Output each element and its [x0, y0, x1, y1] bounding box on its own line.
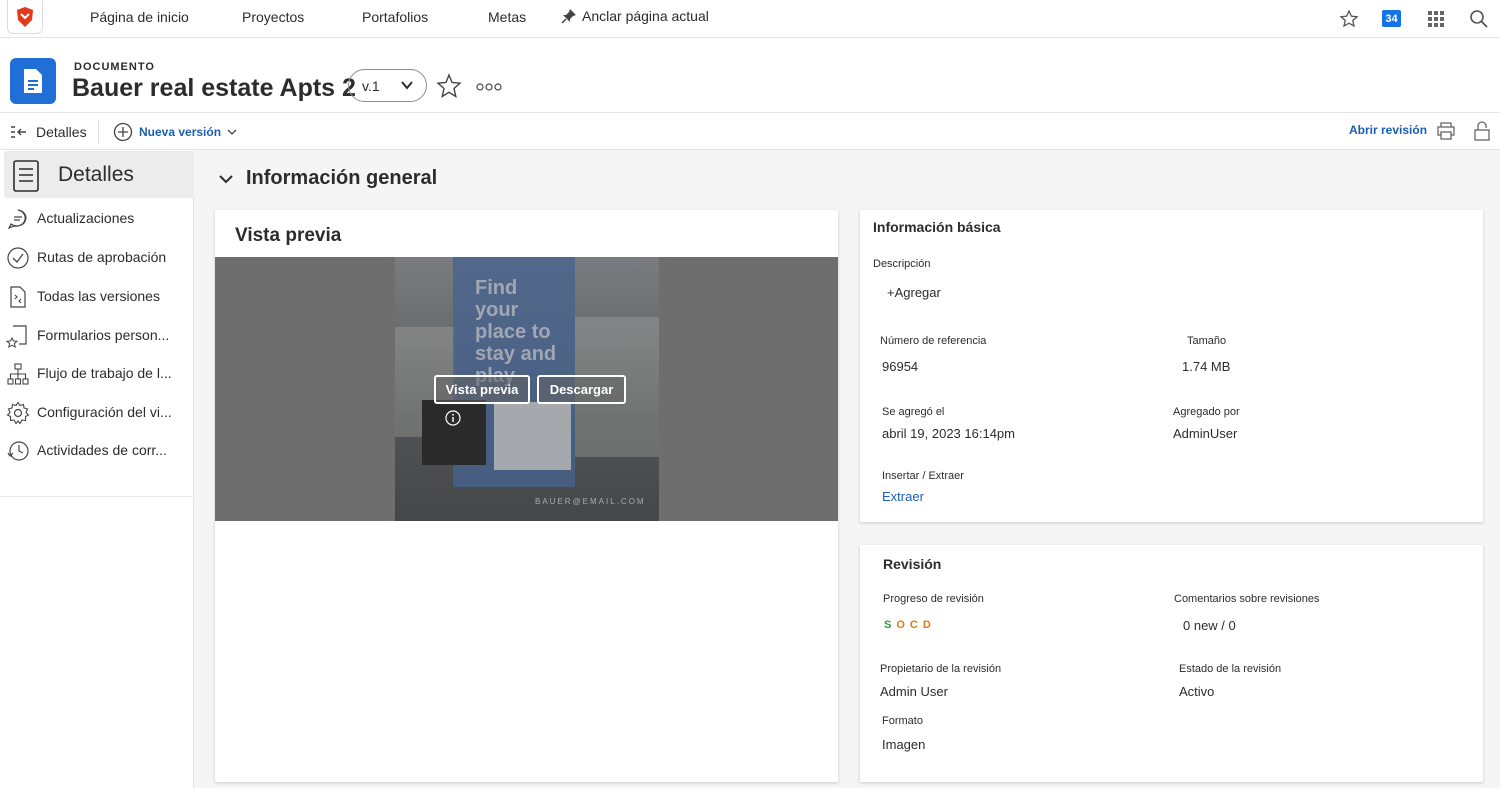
checkout-link[interactable]: Extraer — [882, 489, 924, 504]
review-owner-value: Admin User — [880, 684, 948, 699]
sidebar-item-label: Formularios person... — [37, 327, 170, 343]
preview-card-title: Vista previa — [235, 225, 342, 246]
more-options-icon[interactable] — [476, 82, 502, 92]
progress-letter-o: O — [896, 619, 910, 631]
pin-icon — [561, 9, 576, 24]
favorites-icon[interactable] — [1338, 8, 1360, 30]
preview-card: Vista previa Find your place to stay and… — [215, 210, 838, 782]
lock-icon[interactable] — [1471, 120, 1493, 142]
document-icon — [10, 58, 56, 104]
notifications-badge[interactable]: 34 — [1382, 10, 1401, 27]
sidebar-item-settings[interactable]: Configuración del vi... — [0, 397, 194, 427]
sidebar-item-workflow[interactable]: Flujo de trabajo de l... — [0, 358, 194, 388]
review-owner-label: Propietario de la revisión — [880, 663, 1002, 675]
info-icon — [445, 410, 461, 426]
reference-number-value: 96954 — [882, 359, 919, 374]
preview-area[interactable]: Find your place to stay and play BAUER@E… — [215, 257, 838, 521]
sidebar-item-versions[interactable]: Todas las versiones — [0, 281, 194, 311]
sidebar-item-label: Actividades de corr... — [37, 442, 167, 458]
sidebar-item-updates[interactable]: Actualizaciones — [0, 203, 194, 233]
added-on-label: Se agregó el — [882, 406, 945, 418]
workflow-icon — [7, 363, 29, 385]
progress-letter-s: S — [884, 619, 897, 631]
chevron-down-icon — [401, 81, 413, 90]
progress-letter-c: C — [909, 619, 923, 631]
search-icon[interactable] — [1468, 8, 1490, 30]
sidebar-item-details[interactable]: Detalles — [4, 151, 194, 198]
nav-projects[interactable]: Proyectos — [242, 9, 304, 25]
sidebar-item-activity[interactable]: Actividades de corr... — [0, 435, 194, 465]
sidebar-item-label: Flujo de trabajo de l... — [37, 365, 172, 381]
pin-page-button[interactable]: Anclar página actual — [560, 7, 709, 25]
sidebar-item-custom-forms[interactable]: Formularios person... — [0, 320, 194, 350]
details-label: Detalles — [36, 124, 87, 140]
sidebar-item-approvals[interactable]: Rutas de aprobación — [0, 242, 194, 272]
chevron-down-icon — [227, 129, 237, 135]
added-by-label: Agregado por — [1173, 406, 1240, 418]
sidebar-item-label: Rutas de aprobación — [37, 249, 167, 265]
add-description-link[interactable]: +Agregar — [887, 285, 941, 300]
left-sidebar: Detalles Actualizaciones Rutas de aproba… — [0, 150, 194, 788]
review-status-label: Estado de la revisión — [1179, 663, 1282, 675]
preview-button[interactable]: Vista previa — [434, 375, 530, 404]
sidebar-item-label: Actualizaciones — [37, 210, 135, 226]
format-label: Formato — [882, 715, 923, 727]
nav-home[interactable]: Página de inicio — [90, 9, 189, 25]
size-value: 1.74 MB — [1182, 359, 1231, 374]
nav-portfolios[interactable]: Portafolios — [362, 9, 428, 25]
object-type-label: DOCUMENTO — [74, 61, 155, 73]
top-navigation: Página de inicio Proyectos Portafolios M… — [0, 0, 1500, 38]
review-card: Revisión Progreso de revisión SOCD Comen… — [860, 545, 1483, 782]
toolbar: Detalles Nueva versión Abrir revisión — [0, 113, 1500, 150]
basic-info-card: Información básica Descripción +Agregar … — [860, 210, 1483, 522]
nav-goals[interactable]: Metas — [488, 9, 526, 25]
collapse-panel-icon — [11, 126, 26, 138]
added-on-value: abril 19, 2023 16:14pm — [882, 426, 1015, 441]
review-comments-value[interactable]: 0 new / 0 — [1183, 618, 1236, 633]
gear-icon — [6, 401, 30, 425]
review-comments-label: Comentarios sobre revisiones — [1174, 593, 1320, 605]
check-circle-icon — [7, 247, 29, 269]
section-title: Información general — [246, 167, 438, 189]
comment-icon — [7, 209, 27, 230]
review-status-value: Activo — [1179, 684, 1215, 699]
new-version-label: Nueva versión — [139, 125, 222, 139]
toolbar-divider — [98, 121, 99, 143]
print-icon[interactable] — [1435, 120, 1457, 142]
chevron-down-icon — [219, 174, 233, 183]
open-review-link[interactable]: Abrir revisión — [1349, 123, 1427, 137]
review-progress-indicator[interactable]: SOCD — [884, 619, 936, 631]
section-toggle-general-info[interactable]: Información general — [218, 167, 437, 190]
new-version-button[interactable]: Nueva versión — [113, 122, 237, 142]
add-circle-icon — [113, 122, 133, 142]
history-icon — [7, 441, 29, 461]
progress-letter-d: D — [922, 619, 936, 631]
favorite-star-icon[interactable] — [436, 73, 462, 99]
file-versions-icon — [10, 286, 26, 308]
sidebar-item-label: Configuración del vi... — [37, 404, 172, 420]
object-header: DOCUMENTO Bauer real estate Apts 2 v.1 — [0, 38, 1500, 113]
added-by-value: AdminUser — [1173, 426, 1238, 441]
details-list-icon — [13, 160, 39, 192]
document-title: Bauer real estate Apts 2 — [72, 74, 356, 102]
collapse-details-button[interactable]: Detalles — [10, 124, 87, 140]
brand-logo[interactable] — [7, 0, 43, 34]
pin-page-label: Anclar página actual — [582, 8, 709, 24]
basic-info-title: Información básica — [873, 219, 1001, 235]
format-value: Imagen — [882, 737, 926, 752]
review-title: Revisión — [883, 556, 942, 572]
custom-form-icon — [6, 325, 27, 348]
app-grid-icon[interactable] — [1425, 8, 1447, 30]
sidebar-item-label: Todas las versiones — [37, 288, 160, 304]
sidebar-item-label: Detalles — [58, 163, 134, 186]
description-label: Descripción — [873, 258, 931, 270]
reference-number-label: Número de referencia — [880, 335, 987, 347]
sidebar-divider — [0, 496, 194, 497]
version-select[interactable]: v.1 — [348, 69, 427, 102]
checkin-checkout-label: Insertar / Extraer — [882, 470, 964, 482]
review-progress-label: Progreso de revisión — [883, 593, 984, 605]
size-label: Tamaño — [1187, 335, 1227, 347]
download-button[interactable]: Descargar — [537, 375, 626, 404]
version-value: v.1 — [362, 77, 380, 94]
